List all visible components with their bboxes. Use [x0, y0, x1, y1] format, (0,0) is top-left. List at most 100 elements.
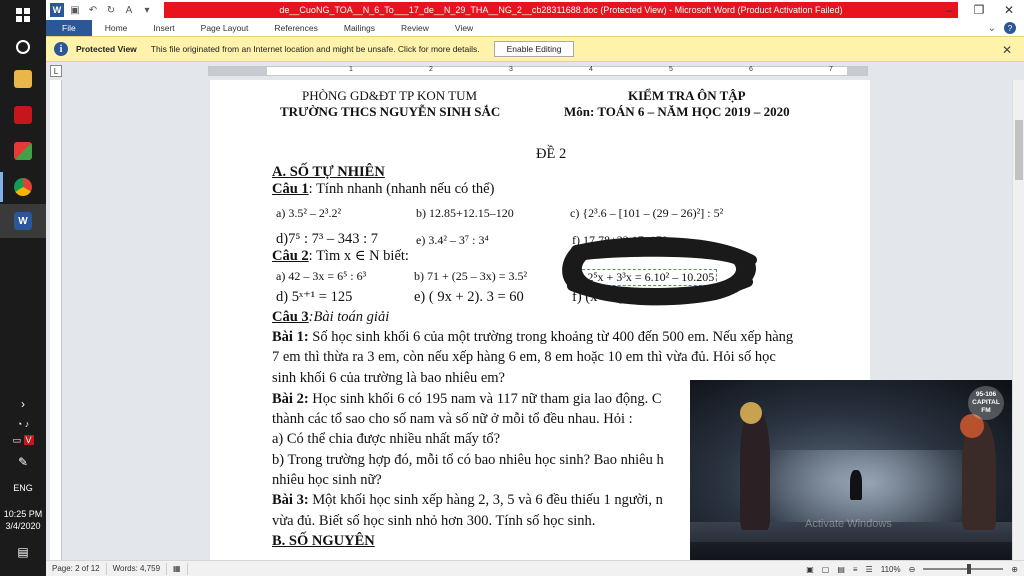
dancer-figure — [740, 410, 770, 530]
zoom-slider[interactable] — [923, 564, 1004, 574]
tab-selector-icon[interactable]: L — [50, 65, 62, 77]
screen: W › ◔ ♪ ▭ V ✎ ENG 10:25 PM 3/4/2020 ▤ W … — [0, 0, 1024, 576]
scrollbar-thumb[interactable] — [1015, 120, 1023, 180]
question-1: Câu 1: Tính nhanh (nhanh nếu có thể) — [272, 181, 495, 197]
section-a-heading: A. SỐ TỰ NHIÊN — [272, 164, 385, 180]
vertical-scrollbar[interactable] — [1012, 80, 1024, 560]
word-taskbar-icon[interactable]: W — [0, 204, 46, 238]
bai-2-line-1: Bài 2: Học sinh khối 6 có 195 nam và 117… — [272, 391, 662, 407]
clock-date[interactable]: 3/4/2020 — [0, 520, 46, 532]
language-indicator[interactable]: ENG — [0, 482, 46, 494]
font-color-icon[interactable]: A — [122, 3, 136, 17]
ribbon-right-controls: ⌄ ? — [988, 20, 1016, 36]
q1-a: a) 3.5² – 2³.2² — [276, 206, 342, 220]
tab-home[interactable]: Home — [92, 20, 141, 36]
app-colorful-icon[interactable] — [0, 134, 46, 168]
bai-2-line-2: thành các tổ sao cho số nam và số nữ ở m… — [272, 411, 633, 427]
close-icon[interactable]: ✕ — [1002, 43, 1012, 57]
tab-insert[interactable]: Insert — [140, 20, 187, 36]
ruler-number: 5 — [669, 66, 673, 73]
page-count[interactable]: Page: 2 of 12 — [46, 562, 107, 575]
quick-access-toolbar: W ▣ ↶ ↻ A ▾ — [46, 0, 154, 20]
horizontal-ruler[interactable]: 1 2 3 4 5 6 7 — [208, 66, 868, 76]
restore-icon[interactable]: ❐ — [964, 0, 994, 20]
bai-2-line-4: b) Trong trường hợp đó, mỗi tổ có bao nh… — [272, 452, 664, 468]
header-school: TRƯỜNG THCS NGUYỄN SINH SẮC — [280, 104, 501, 119]
ruler-bar: L 1 2 3 4 5 6 7 — [46, 62, 1024, 80]
save-icon[interactable]: ▣ — [68, 3, 82, 17]
vertical-ruler[interactable] — [50, 80, 62, 560]
q1-c: c) {2³.6 – [101 – (29 – 26)²] : 5² — [570, 206, 724, 220]
network-volume-icon[interactable]: ◔ ♪ — [0, 418, 46, 430]
status-bar: Page: 2 of 12 Words: 4,759 ▦ ▣ ▢ ▤ ≡ ☰ 1… — [46, 560, 1024, 576]
tab-review[interactable]: Review — [388, 20, 442, 36]
outline-icon[interactable]: ≡ — [853, 565, 858, 574]
ruler-number: 1 — [349, 66, 353, 73]
file-explorer-icon[interactable] — [0, 62, 46, 96]
zoom-level[interactable]: 110% — [881, 565, 901, 574]
notifications-icon[interactable]: ▤ — [0, 546, 46, 558]
bai-3-line-1: Bài 3: Một khối học sinh xếp hàng 2, 3, … — [272, 492, 663, 508]
q1-b: b) 12.85+12.15–120 — [416, 206, 514, 220]
dancer-head — [740, 402, 762, 424]
proofing-icon[interactable]: ▦ — [167, 562, 188, 575]
full-screen-icon[interactable]: ▢ — [822, 565, 830, 574]
tab-file[interactable]: File — [46, 20, 92, 36]
protected-view-message[interactable]: This file originated from an Internet lo… — [151, 44, 480, 54]
window-controls: – ❐ ✕ — [934, 0, 1024, 20]
redo-icon[interactable]: ↻ — [104, 3, 118, 17]
battery-icon[interactable]: ▭ V — [0, 434, 46, 446]
cortana-search-icon[interactable] — [0, 30, 46, 64]
bai-2-line-5: nhiêu học sinh nữ? — [272, 472, 382, 488]
zoom-in-icon[interactable]: ⊕ — [1011, 565, 1018, 574]
web-layout-icon[interactable]: ▤ — [837, 565, 845, 574]
pen-icon[interactable]: ✎ — [0, 456, 46, 468]
q1-e: e) 3.4² – 3⁷ : 3⁴ — [416, 233, 489, 247]
title-bar: W ▣ ↶ ↻ A ▾ de__CuoNG_TOA__N_6_To___17_d… — [46, 0, 1024, 20]
draft-icon[interactable]: ☰ — [866, 565, 873, 574]
app-red-icon[interactable] — [0, 98, 46, 132]
customize-toolbar-icon[interactable]: ▾ — [140, 3, 154, 17]
protected-view-title: Protected View — [76, 44, 137, 54]
question-2: Câu 2: Tìm x ∈ N biết: — [272, 248, 409, 264]
zoom-out-icon[interactable]: ⊖ — [909, 565, 916, 574]
bai-3-line-2: vừa đủ. Biết số học sinh nhỏ hơn 300. Tí… — [272, 513, 596, 529]
ruler-number: 6 — [749, 66, 753, 73]
word-logo-icon[interactable]: W — [50, 3, 64, 17]
section-b-heading: B. SỐ NGUYÊN — [272, 533, 375, 549]
bai-1-line-3: sinh khối 6 của trường là bao nhiêu em? — [272, 370, 505, 386]
q2-a: a) 42 – 3x = 6⁵ : 6³ — [276, 269, 367, 283]
help-icon[interactable]: ? — [1004, 22, 1016, 34]
minimize-icon[interactable]: – — [934, 0, 964, 20]
expand-ribbon-icon[interactable]: ⌄ — [988, 23, 996, 34]
header-department: PHÒNG GD&ĐT TP KON TUM — [302, 88, 478, 103]
windows-taskbar: W › ◔ ♪ ▭ V ✎ ENG 10:25 PM 3/4/2020 ▤ — [0, 0, 46, 576]
close-icon[interactable]: ✕ — [994, 0, 1024, 20]
clock-time[interactable]: 10:25 PM — [0, 508, 46, 520]
tab-view[interactable]: View — [442, 20, 486, 36]
video-controls[interactable] — [690, 542, 1014, 562]
chevron-up-icon[interactable]: › — [0, 398, 46, 410]
protected-view-bar: i Protected View This file originated fr… — [46, 36, 1024, 62]
tab-page-layout[interactable]: Page Layout — [188, 20, 262, 36]
scribble-annotation — [562, 236, 757, 306]
dancer-figure — [850, 470, 862, 500]
video-overlay[interactable]: 95-106 CAPITAL FM Activate Windows — [690, 380, 1014, 562]
info-icon: i — [54, 42, 68, 56]
q1-d: d)7⁵ : 7³ – 343 : 7 — [276, 231, 379, 247]
q2-d: d) 5ˣ⁺¹ = 125 — [276, 289, 353, 305]
tab-mailings[interactable]: Mailings — [331, 20, 388, 36]
bai-1-line-1: Bài 1: Số học sinh khối 6 của một trường… — [272, 329, 794, 345]
q2-b: b) 71 + (25 – 3x) = 3.5² — [414, 269, 528, 283]
print-layout-icon[interactable]: ▣ — [806, 565, 814, 574]
question-3: Câu 3:Bài toán giải — [272, 309, 390, 325]
tab-references[interactable]: References — [261, 20, 330, 36]
windows-start-icon[interactable] — [0, 0, 46, 30]
chrome-icon[interactable] — [0, 170, 46, 204]
ruler-number: 2 — [429, 66, 433, 73]
undo-icon[interactable]: ↶ — [86, 3, 100, 17]
word-count[interactable]: Words: 4,759 — [107, 562, 168, 575]
capital-fm-logo: 95-106 CAPITAL FM — [968, 386, 1004, 420]
header-exam-title: KIỂM TRA ÔN TẬP — [628, 88, 746, 103]
enable-editing-button[interactable]: Enable Editing — [493, 41, 575, 57]
